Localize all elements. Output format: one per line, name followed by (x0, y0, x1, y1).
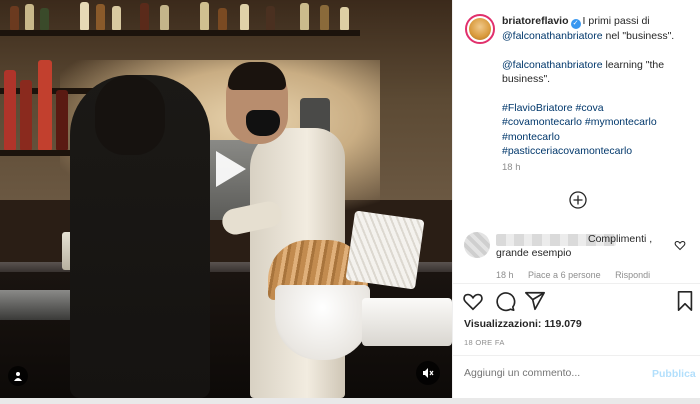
comment-likes[interactable]: Piace a 6 persone (528, 270, 601, 280)
instagram-post-window: briatoreflavio ✓ I primi passi di @falcona… (0, 0, 700, 404)
hashtag-link[interactable]: #FlavioBriatore #cova (502, 101, 692, 116)
divider (452, 355, 700, 356)
publish-button[interactable]: Pubblica (652, 368, 696, 380)
caption-text: I primi passi di (582, 15, 650, 27)
hashtag-link[interactable]: #montecarlo (502, 130, 692, 145)
bottles-row (0, 0, 360, 30)
play-icon[interactable] (202, 143, 254, 195)
caption: briatoreflavio ✓ I primi passi di @falcona… (502, 14, 692, 159)
comment-avatar[interactable] (464, 232, 490, 258)
video-player[interactable] (0, 0, 452, 398)
mention-link[interactable]: @falconathanbriatore (502, 30, 603, 42)
shelf (0, 150, 80, 156)
mute-icon[interactable] (416, 361, 440, 385)
person-right-hair (228, 62, 286, 90)
reply-button[interactable]: Rispondi (615, 270, 650, 280)
window-bottom-edge (0, 398, 700, 404)
verified-badge-icon: ✓ (570, 19, 581, 29)
heart-icon[interactable] (462, 290, 484, 312)
person-left-head (95, 75, 165, 155)
heart-icon[interactable] (674, 238, 686, 251)
views-label: Visualizzazioni: (464, 318, 542, 330)
post-time: 18 h (502, 162, 521, 173)
share-icon[interactable] (524, 290, 546, 312)
plus-circle-icon[interactable] (568, 190, 588, 210)
tray (362, 298, 452, 346)
face-mask (246, 110, 280, 136)
hashtag-link[interactable]: #covamontecarlo #mymontecarlo (502, 115, 692, 130)
views-value: 119.079 (544, 318, 582, 330)
comment-time: 18 h (496, 270, 514, 280)
action-bar (462, 290, 698, 312)
username-link[interactable]: briatoreflavio (502, 15, 569, 27)
bottles-row (0, 55, 80, 150)
video-frame (0, 0, 452, 398)
shelf (0, 30, 360, 36)
comment-text: grande esempio (496, 247, 572, 259)
caption-text: nel "business". (605, 30, 675, 42)
bookmark-icon[interactable] (674, 290, 696, 312)
hashtag-link[interactable]: #pasticceriacovamontecarlo (502, 144, 692, 159)
post-age[interactable]: 18 ORE FA (464, 338, 505, 347)
comment-meta: 18 h Piace a 6 persone Rispondi (496, 270, 662, 280)
view-count[interactable]: Visualizzazioni: 119.079 (464, 318, 582, 330)
user-tag-icon[interactable] (8, 366, 28, 386)
mention-link[interactable]: @falconathanbriatore (502, 59, 603, 71)
avatar[interactable] (465, 14, 495, 44)
comment-input[interactable] (464, 367, 644, 379)
divider (452, 283, 700, 284)
comment: Complimenti , grande esempio 18 h Piace … (464, 228, 700, 284)
napkins (345, 210, 425, 290)
comment-icon[interactable] (494, 290, 516, 312)
